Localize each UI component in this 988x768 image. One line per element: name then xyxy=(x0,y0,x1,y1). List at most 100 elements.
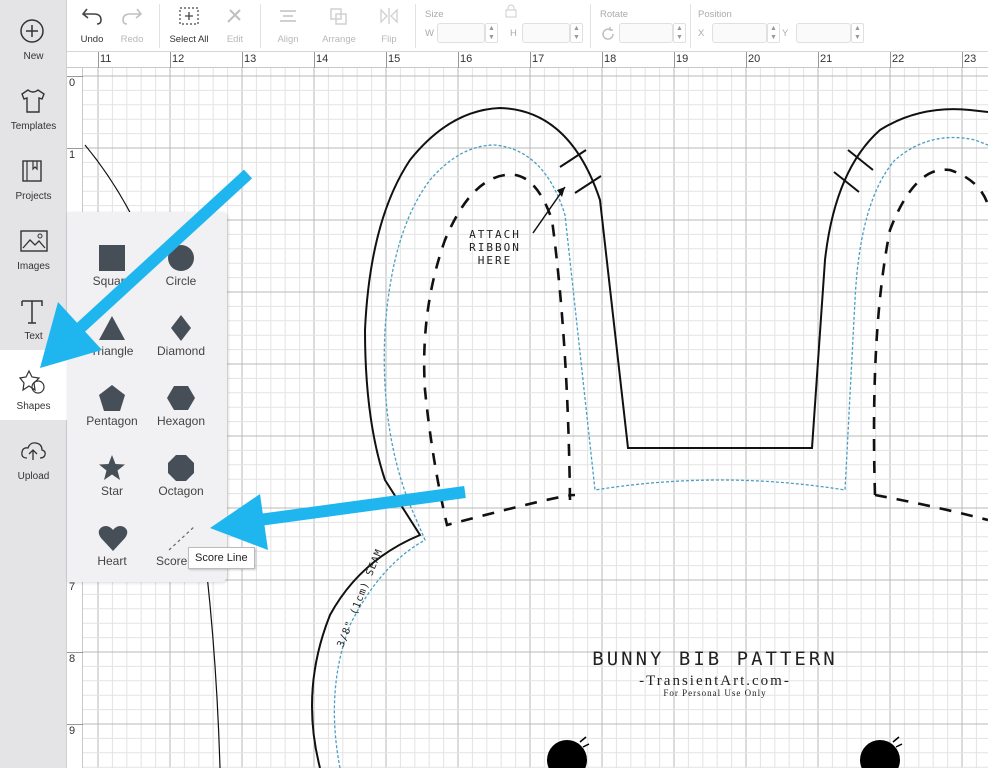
undo-button[interactable]: Undo xyxy=(73,0,111,52)
sidebar-item-templates[interactable]: Templates xyxy=(0,70,67,140)
width-input[interactable] xyxy=(437,23,485,43)
align-label: Align xyxy=(277,34,299,45)
sidebar-item-label: Projects xyxy=(15,191,52,202)
cloud-upload-icon xyxy=(21,442,46,460)
sidebar-item-label: Text xyxy=(24,331,43,342)
shape-triangle[interactable]: Triangle xyxy=(77,296,147,366)
hexagon-icon xyxy=(167,386,195,410)
select-all-label: Select All xyxy=(169,34,209,45)
ruler-tick xyxy=(67,652,83,653)
height-input[interactable] xyxy=(522,23,570,43)
shape-score-line[interactable]: Score Line xyxy=(146,506,194,576)
ruler-tick-label: 19 xyxy=(676,53,689,65)
ruler-tick xyxy=(386,52,387,68)
y-label: Y xyxy=(782,28,789,39)
align-button[interactable]: Align xyxy=(265,0,311,52)
octagon-icon xyxy=(168,455,194,481)
ruler-tick-label: 21 xyxy=(820,53,833,65)
shape-label: Square xyxy=(92,274,132,288)
size-group-title: Size xyxy=(425,9,444,20)
y-position-stepper[interactable]: ▲ ▼ xyxy=(851,23,864,43)
sidebar-item-label: Upload xyxy=(17,471,50,482)
ruler-tick-label: 7 xyxy=(69,581,76,593)
ruler-tick xyxy=(98,52,99,68)
x-position-stepper[interactable]: ▲ ▼ xyxy=(767,23,780,43)
shapes-icon xyxy=(19,369,45,394)
ruler-tick xyxy=(674,52,675,68)
triangle-icon xyxy=(99,316,125,340)
x-position-input[interactable] xyxy=(712,23,767,43)
attach-ribbon-note: ATTACH RIBBON HERE xyxy=(455,228,535,267)
edit-button[interactable]: Edit xyxy=(215,0,255,52)
ruler-tick-label: 20 xyxy=(748,53,761,65)
score-line-tooltip: Score Line xyxy=(188,547,255,569)
sidebar-item-projects[interactable]: Projects xyxy=(0,140,67,210)
ruler-tick-label: 9 xyxy=(69,725,76,737)
shape-square[interactable]: Square xyxy=(77,226,147,296)
pentagon-icon xyxy=(99,385,125,411)
top-toolbar: Undo Redo Select All Edit Align Arrange … xyxy=(67,0,988,52)
shape-label: Diamond xyxy=(156,344,206,358)
ruler-tick xyxy=(67,76,83,77)
ruler-tick-label: 17 xyxy=(532,53,545,65)
shape-star[interactable]: Star xyxy=(77,436,147,506)
rotate-input[interactable] xyxy=(619,23,673,43)
redo-button[interactable]: Redo xyxy=(113,0,151,52)
sidebar-item-label: New xyxy=(23,51,44,62)
lock-icon[interactable] xyxy=(504,4,518,18)
shape-pentagon[interactable]: Pentagon xyxy=(77,366,147,436)
width-stepper[interactable]: ▲ ▼ xyxy=(485,23,498,43)
ruler-tick xyxy=(67,148,83,149)
edit-label: Edit xyxy=(226,34,244,45)
height-stepper[interactable]: ▲ ▼ xyxy=(570,23,583,43)
x-label: X xyxy=(698,28,705,39)
sidebar-item-shapes[interactable]: Shapes xyxy=(0,350,67,420)
ruler-tick xyxy=(458,52,459,68)
undo-label: Undo xyxy=(80,34,104,45)
sidebar-item-text[interactable]: Text xyxy=(0,280,67,350)
ruler-tick-label: 0 xyxy=(69,77,76,89)
width-label: W xyxy=(425,28,434,39)
horizontal-ruler: 11 12 13 14 15 16 17 18 19 20 21 22 23 xyxy=(67,52,988,68)
ruler-tick-label: 11 xyxy=(100,53,112,65)
align-icon xyxy=(280,10,296,22)
heart-icon xyxy=(98,526,128,551)
select-all-button[interactable]: Select All xyxy=(165,0,213,52)
ruler-tick-label: 18 xyxy=(604,53,617,65)
rotate-stepper[interactable]: ▲ ▼ xyxy=(673,23,686,43)
plus-circle-icon xyxy=(20,19,44,43)
shape-octagon[interactable]: Octagon xyxy=(146,436,216,506)
flip-button[interactable]: Flip xyxy=(367,0,411,52)
redo-label: Redo xyxy=(120,34,144,45)
sidebar-item-label: Templates xyxy=(10,121,57,132)
flip-label: Flip xyxy=(381,34,397,45)
shape-label: Circle xyxy=(165,274,197,288)
sidebar-item-label: Images xyxy=(17,261,50,272)
pattern-title: BUNNY BIB PATTERN xyxy=(592,648,838,670)
shape-circle[interactable]: Circle xyxy=(146,226,216,296)
left-sidebar: New Templates Projects Images Text Shape… xyxy=(0,0,67,768)
y-position-input[interactable] xyxy=(796,23,851,43)
square-icon xyxy=(99,245,125,271)
ruler-tick xyxy=(890,52,891,68)
toolbar-divider xyxy=(260,4,261,48)
ruler-tick-label: 8 xyxy=(69,653,76,665)
sidebar-item-new[interactable]: New xyxy=(0,0,67,70)
shape-label: Triangle xyxy=(90,344,134,358)
shape-heart[interactable]: Heart xyxy=(77,506,147,576)
image-icon xyxy=(20,230,48,252)
ruler-tick xyxy=(242,52,243,68)
shapes-panel: Square Circle Triangle Diamond Pentagon … xyxy=(67,212,227,582)
arrange-button[interactable]: Arrange xyxy=(313,0,365,52)
shape-label: Heart xyxy=(97,554,127,568)
ruler-tick-label: 23 xyxy=(964,53,977,65)
shape-hexagon[interactable]: Hexagon xyxy=(146,366,216,436)
shape-label: Octagon xyxy=(158,484,204,498)
shape-diamond[interactable]: Diamond xyxy=(146,296,216,366)
sidebar-item-images[interactable]: Images xyxy=(0,210,67,280)
ruler-tick-label: 12 xyxy=(172,53,185,65)
ruler-tick xyxy=(746,52,747,68)
sidebar-item-upload[interactable]: Upload xyxy=(0,420,67,490)
text-icon xyxy=(21,300,43,324)
height-label: H xyxy=(510,28,517,39)
